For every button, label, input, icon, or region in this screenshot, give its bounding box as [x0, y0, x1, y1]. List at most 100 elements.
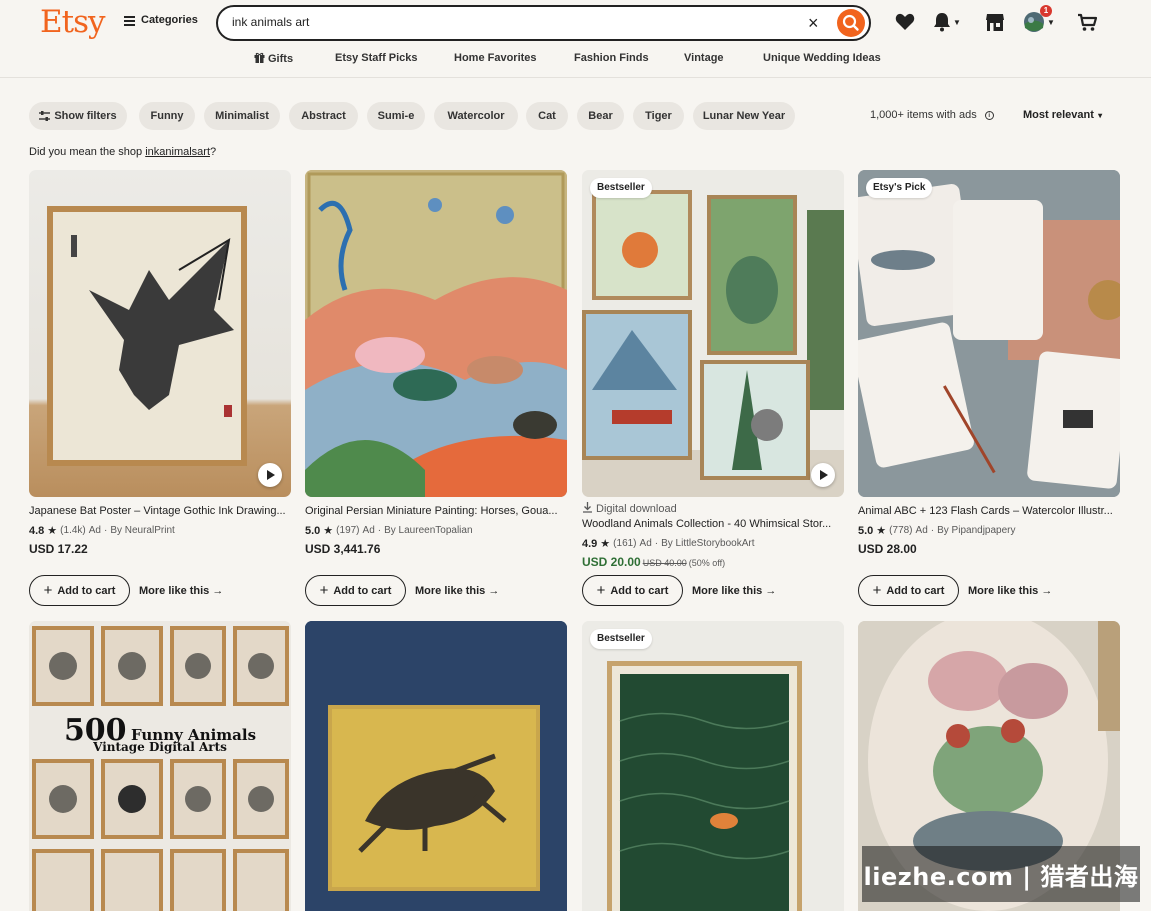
more-like-this-label: More like this — [692, 585, 763, 597]
seller-name[interactable]: By Pipandjpapery — [937, 525, 1015, 536]
clear-search-icon[interactable]: × — [808, 11, 819, 35]
more-like-this-label: More like this — [415, 585, 486, 597]
woodland-animals-artwork — [582, 170, 844, 497]
show-filters-button[interactable]: Show filters — [29, 102, 127, 130]
product-image[interactable] — [29, 170, 291, 497]
add-to-cart-label: Add to cart — [886, 584, 945, 597]
nav-item-gifts[interactable]: Gifts — [254, 52, 293, 65]
more-like-this-link[interactable]: More like this → — [139, 585, 223, 597]
ad-label: Ad — [362, 525, 375, 536]
filter-chip-funny[interactable]: Funny — [139, 102, 195, 130]
shop-manager-button[interactable] — [985, 10, 1005, 34]
product-image[interactable] — [305, 621, 567, 911]
arrow-right-icon: → — [1041, 585, 1053, 597]
add-to-cart-button[interactable]: + Add to cart — [305, 575, 406, 606]
seller-name[interactable]: By NeuralPrint — [110, 525, 174, 536]
more-like-this-link[interactable]: More like this → — [692, 585, 776, 597]
add-to-cart-label: Add to cart — [610, 584, 669, 597]
seller-name[interactable]: By LaureenTopalian — [384, 525, 472, 536]
filter-chip-watercolor[interactable]: Watercolor — [434, 102, 518, 130]
cart-button[interactable] — [1077, 10, 1097, 34]
product-rating: 5.0 ★ (778) Ad · By Pipandjpapery — [858, 524, 1016, 538]
etsy-logo[interactable]: Etsy — [40, 4, 106, 40]
nav-item-wedding-ideas[interactable]: Unique Wedding Ideas — [763, 52, 881, 64]
product-price: USD 28.00 — [858, 542, 917, 556]
suggestion-suffix: ? — [210, 146, 217, 158]
filter-chip-bear[interactable]: Bear — [577, 102, 624, 130]
seller-name[interactable]: By LittleStorybookArt — [661, 538, 754, 549]
nav-label: Gifts — [268, 53, 294, 65]
nav-item-home-favorites[interactable]: Home Favorites — [454, 52, 537, 64]
add-to-cart-label: Add to cart — [57, 584, 116, 597]
arrow-right-icon: → — [488, 585, 500, 597]
play-video-button[interactable] — [258, 463, 282, 487]
categories-label: Categories — [141, 14, 198, 26]
product-image[interactable] — [305, 170, 567, 497]
product-image[interactable]: 500 Funny Animals Vintage Digital Arts — [29, 621, 291, 911]
product-title[interactable]: Original Persian Miniature Painting: Hor… — [305, 505, 563, 517]
results-count-label: 1,000+ items with ads — [870, 109, 977, 121]
review-count: (1.4k) — [60, 525, 86, 536]
product-title[interactable]: Japanese Bat Poster – Vintage Gothic Ink… — [29, 505, 287, 517]
product-price: USD 20.00 USD 40.00 (50% off) — [582, 555, 725, 569]
rating-value: 4.8 — [29, 524, 45, 537]
sort-dropdown[interactable]: Most relevant ▾ — [1023, 109, 1102, 121]
ad-label: Ad — [915, 525, 928, 536]
notifications-button[interactable]: ▼ — [933, 10, 961, 34]
more-like-this-link[interactable]: More like this → — [415, 585, 499, 597]
info-icon[interactable]: i — [984, 110, 994, 120]
product-title[interactable]: Woodland Animals Collection - 40 Whimsic… — [582, 518, 840, 530]
more-like-this-label: More like this — [139, 585, 210, 597]
add-to-cart-button[interactable]: + Add to cart — [29, 575, 130, 606]
original-price: USD 40.00 — [642, 558, 687, 568]
storefront-icon — [986, 13, 1004, 31]
product-title[interactable]: Animal ABC + 123 Flash Cards – Watercolo… — [858, 505, 1116, 517]
heart-icon — [895, 13, 915, 30]
play-video-button[interactable] — [811, 463, 835, 487]
nav-item-fashion-finds[interactable]: Fashion Finds — [574, 52, 649, 64]
rating-value: 5.0 — [305, 524, 321, 537]
sale-price: USD 20.00 — [582, 555, 641, 569]
bell-icon — [934, 13, 950, 32]
arrow-right-icon: → — [212, 585, 224, 597]
favorites-button[interactable] — [895, 10, 915, 34]
categories-button[interactable]: Categories — [124, 14, 198, 26]
add-to-cart-button[interactable]: + Add to cart — [858, 575, 959, 606]
product-image[interactable]: Bestseller — [582, 621, 844, 911]
review-count: (197) — [336, 525, 360, 536]
filter-chip-tiger[interactable]: Tiger — [633, 102, 684, 130]
filter-chip-minimalist[interactable]: Minimalist — [204, 102, 280, 130]
add-to-cart-button[interactable]: + Add to cart — [582, 575, 683, 606]
nav-item-vintage[interactable]: Vintage — [684, 52, 724, 64]
review-count: (161) — [613, 538, 637, 549]
star-icon: ★ — [47, 525, 58, 537]
product-image[interactable]: Bestseller — [582, 170, 844, 497]
search-button[interactable] — [837, 9, 865, 37]
product-image[interactable]: Etsy's Pick — [858, 170, 1120, 497]
filter-chip-cat[interactable]: Cat — [526, 102, 568, 130]
star-icon: ★ — [876, 525, 887, 537]
nav-item-staff-picks[interactable]: Etsy Staff Picks — [335, 52, 418, 64]
top-nav: Gifts Etsy Staff Picks Home Favorites Fa… — [0, 52, 1151, 68]
plus-icon: + — [319, 582, 329, 599]
filter-chip-sumi-e[interactable]: Sumi-e — [367, 102, 425, 130]
gift-icon — [254, 52, 265, 63]
suggested-shop-link[interactable]: inkanimalsart — [145, 146, 210, 158]
chevron-down-icon: ▼ — [1047, 17, 1055, 27]
more-like-this-link[interactable]: More like this → — [968, 585, 1052, 597]
watermark-overlay: liezhe.com | 猎者出海 — [862, 846, 1140, 902]
arrow-right-icon: → — [765, 585, 777, 597]
search-bar: × — [216, 5, 871, 41]
cat-ink-artwork — [305, 621, 567, 911]
plus-icon: + — [43, 582, 53, 599]
cart-icon — [1078, 13, 1097, 31]
filter-chip-lunar-new-year[interactable]: Lunar New Year — [693, 102, 795, 130]
search-input[interactable] — [232, 15, 792, 29]
ad-label: Ad — [639, 538, 652, 549]
cart-count-badge: 1 — [1040, 5, 1052, 17]
filter-chip-abstract[interactable]: Abstract — [289, 102, 358, 130]
sort-label: Most relevant — [1023, 109, 1094, 121]
hamburger-icon — [124, 15, 135, 26]
suggestion-prefix: Did you mean the shop — [29, 146, 143, 158]
flash-cards-artwork — [858, 170, 1120, 497]
